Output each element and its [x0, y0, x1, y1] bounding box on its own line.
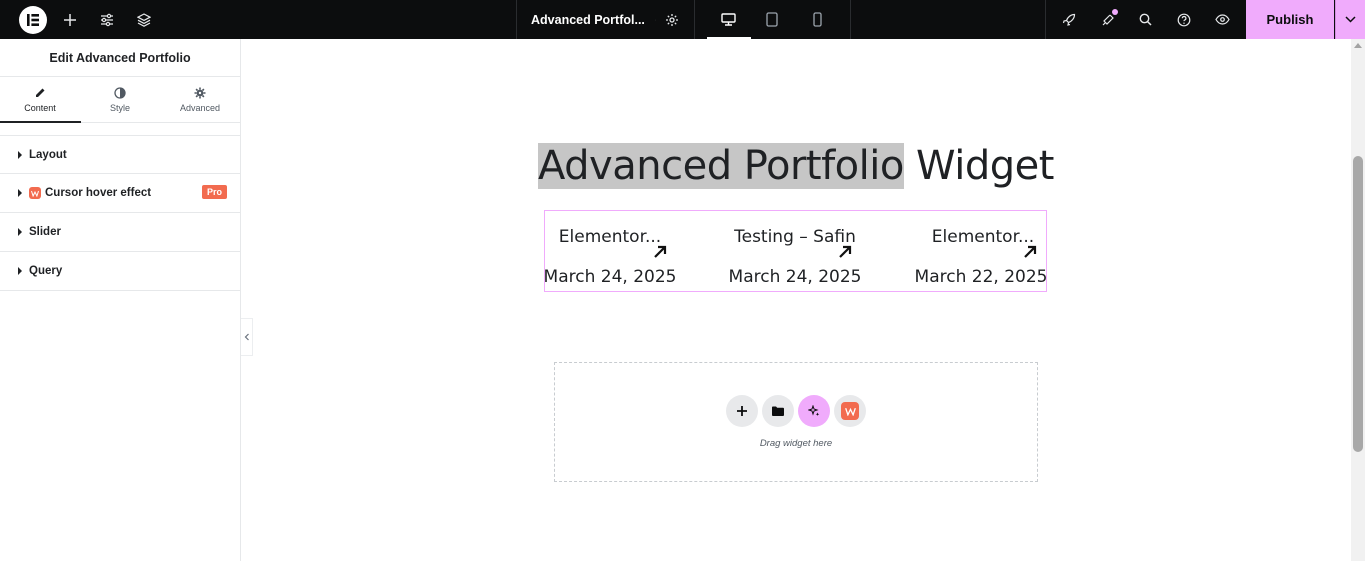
- addon-logo-icon: [29, 187, 41, 199]
- section-layout[interactable]: Layout: [0, 135, 240, 174]
- tablet-device-icon[interactable]: [761, 0, 783, 39]
- section-label: Layout: [29, 148, 67, 161]
- gear-icon: [194, 87, 206, 98]
- half-circle-icon: [114, 86, 126, 99]
- chevron-down-icon: [1345, 16, 1356, 23]
- dropzone-actions: [726, 395, 866, 427]
- panel-title: Edit Advanced Portfolio: [0, 39, 240, 77]
- portfolio-item-date: March 24, 2025: [728, 267, 862, 287]
- addon-logo-icon: [841, 402, 859, 420]
- portfolio-item-title: Elementor...: [558, 227, 662, 247]
- section-cursor-hover-effect[interactable]: Cursor hover effect Pro: [0, 174, 240, 213]
- scroll-up-arrow-icon[interactable]: [1354, 43, 1362, 48]
- chevron-down-icon: [654, 19, 656, 20]
- structure-layers-icon[interactable]: [132, 0, 156, 39]
- portfolio-item-date: March 22, 2025: [914, 267, 1048, 287]
- notification-dot: [1112, 9, 1118, 15]
- advanced-portfolio-widget[interactable]: Elementor... March 24, 2025 Testing – Sa…: [544, 210, 1047, 292]
- section-label: Slider: [29, 226, 61, 238]
- add-section-button[interactable]: [726, 395, 758, 427]
- page-heading[interactable]: Advanced Portfolio Widget: [538, 140, 1054, 192]
- caret-right-icon: [18, 189, 22, 197]
- portfolio-item-title: Testing – Safin: [734, 227, 856, 247]
- top-bar: Advanced Portfol... Publish: [0, 0, 1365, 39]
- tab-label: Advanced: [179, 102, 221, 113]
- desktop-device-icon[interactable]: [716, 0, 740, 39]
- section-label: Query: [29, 265, 63, 277]
- portfolio-item-date: March 24, 2025: [543, 267, 677, 287]
- elementor-logo-icon[interactable]: [19, 6, 47, 34]
- whats-new-icon[interactable]: [1097, 0, 1119, 39]
- portfolio-item[interactable]: Elementor... March 24, 2025: [544, 211, 705, 291]
- caret-right-icon: [18, 267, 22, 275]
- dropzone-text: Drag widget here: [759, 438, 833, 449]
- editor-panel: Edit Advanced Portfolio Content Style Ad…: [0, 39, 241, 561]
- preview-eye-icon[interactable]: [1211, 0, 1233, 39]
- caret-right-icon: [18, 228, 22, 236]
- page-settings-gear-icon[interactable]: [661, 0, 683, 39]
- add-element-icon[interactable]: [58, 0, 82, 39]
- add-template-button[interactable]: [762, 395, 794, 427]
- portfolio-item[interactable]: Testing – Safin March 24, 2025: [715, 211, 875, 291]
- active-device-indicator: [707, 37, 751, 39]
- sparkle-icon: [808, 405, 820, 416]
- arrow-up-right-icon[interactable]: [1023, 245, 1037, 259]
- scrollbar[interactable]: [1351, 39, 1365, 561]
- tab-advanced[interactable]: Advanced: [160, 77, 240, 122]
- collapse-panel-handle[interactable]: [241, 318, 253, 356]
- active-tab-underline: [0, 121, 81, 123]
- publish-options-button[interactable]: [1335, 0, 1365, 39]
- plus-icon: [737, 406, 747, 416]
- section-query[interactable]: Query: [0, 252, 240, 291]
- portfolio-item-title: Elementor...: [931, 227, 1035, 247]
- help-icon[interactable]: [1173, 0, 1195, 39]
- arrow-up-right-icon[interactable]: [653, 245, 667, 259]
- ai-generate-button[interactable]: [798, 395, 830, 427]
- folder-icon: [772, 406, 784, 416]
- publish-button[interactable]: Publish: [1246, 0, 1334, 39]
- rocket-icon[interactable]: [1058, 0, 1080, 39]
- chevron-left-icon: [244, 333, 249, 341]
- heading-rest-text: Widget: [903, 143, 1054, 189]
- section-label: Cursor hover effect: [45, 187, 152, 199]
- widget-dropzone[interactable]: Drag widget here: [554, 362, 1038, 482]
- scrollbar-thumb[interactable]: [1353, 156, 1363, 452]
- panel-tabs: Content Style Advanced: [0, 77, 240, 123]
- tab-content[interactable]: Content: [0, 77, 80, 122]
- site-settings-sliders-icon[interactable]: [95, 0, 119, 39]
- tab-label: Content: [24, 102, 56, 113]
- portfolio-item[interactable]: Elementor... March 22, 2025: [888, 211, 1048, 291]
- arrow-up-right-icon[interactable]: [838, 245, 852, 259]
- tab-label: Style: [109, 102, 130, 113]
- document-title: Advanced Portfol...: [531, 12, 645, 27]
- tab-style[interactable]: Style: [80, 77, 160, 122]
- caret-right-icon: [18, 150, 22, 159]
- section-slider[interactable]: Slider: [0, 213, 240, 252]
- heading-highlighted-text: Advanced Portfolio: [538, 143, 904, 189]
- mobile-device-icon[interactable]: [807, 0, 827, 39]
- pencil-icon: [36, 88, 45, 97]
- search-icon[interactable]: [1134, 0, 1156, 39]
- addon-templates-button[interactable]: [834, 395, 866, 427]
- pro-badge: Pro: [201, 185, 227, 199]
- document-title-dropdown[interactable]: Advanced Portfol...: [516, 0, 656, 39]
